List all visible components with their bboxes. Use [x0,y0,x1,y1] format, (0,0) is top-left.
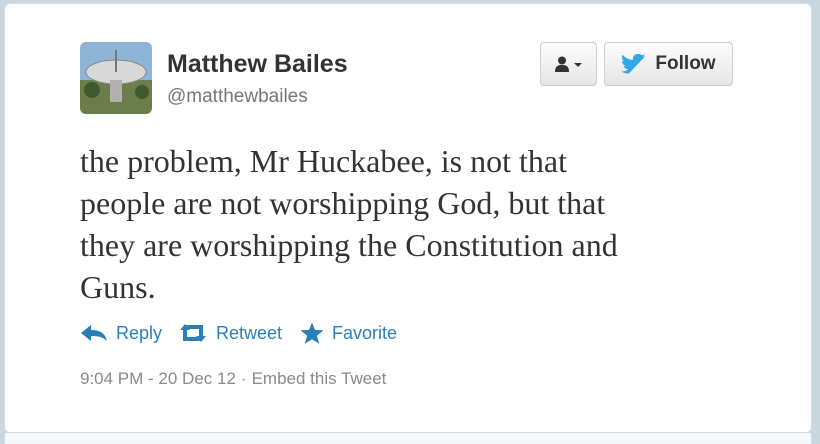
card-footer-strip [4,433,812,444]
tweet-meta: 9:04 PM - 20 Dec 12 · Embed this Tweet [80,369,386,389]
dropdown-caret-icon [573,63,582,67]
user-icon [554,56,582,72]
reply-icon [81,325,107,341]
tweet-text: the problem, Mr Huckabee, is not that pe… [80,143,618,305]
user-handle[interactable]: @matthewbailes [167,86,308,108]
star-icon [300,322,324,344]
timestamp-link[interactable]: 9:04 PM - 20 Dec 12 [80,369,236,389]
avatar[interactable] [80,42,152,114]
favorite-label: Favorite [332,322,398,343]
reply-action[interactable]: Reply [80,320,162,346]
reply-label: Reply [116,322,163,343]
retweet-action[interactable]: Retweet [178,320,282,346]
meta-separator: · [240,369,247,388]
favorite-action[interactable]: Favorite [300,320,397,346]
follow-button[interactable]: Follow [604,42,733,86]
embed-tweet-link[interactable]: Embed this Tweet [252,369,387,389]
user-name[interactable]: Matthew Bailes [167,50,348,79]
user-actions-button[interactable] [540,42,597,86]
twitter-bird-icon [621,54,646,74]
avatar-image [80,42,152,114]
retweet-label: Retweet [216,322,283,343]
follow-label: Follow [655,53,716,74]
retweet-icon [180,324,206,342]
